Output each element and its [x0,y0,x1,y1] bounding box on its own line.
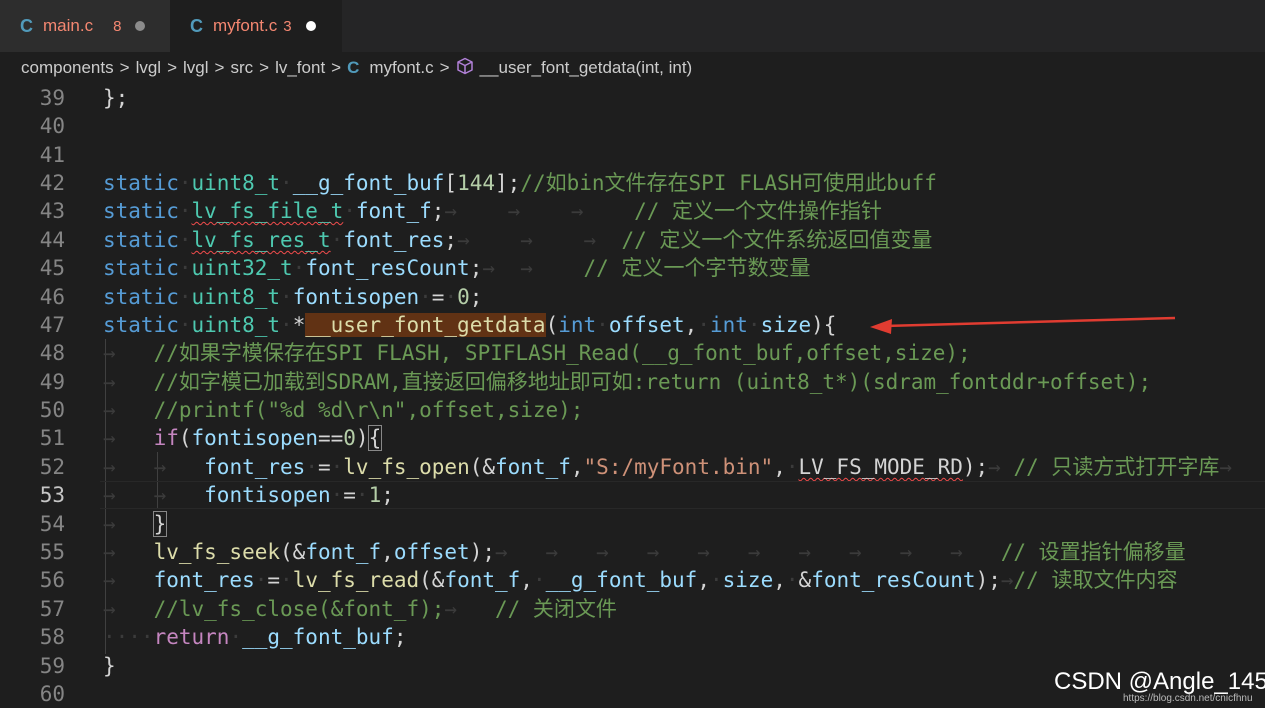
annotation-arrow-icon [870,316,1176,334]
watermark: CSDN @Angle_145 [1054,668,1265,695]
watermark-url: https://blog.csdn.net/cnicfhnu [1123,693,1253,704]
